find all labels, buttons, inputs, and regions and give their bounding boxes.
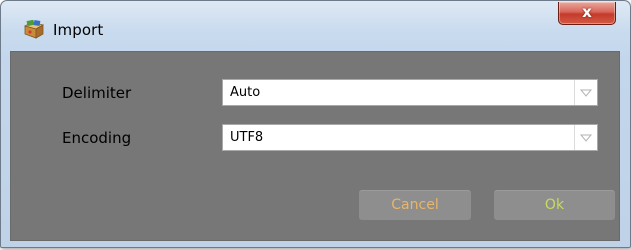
import-app-icon: [23, 20, 45, 39]
encoding-select[interactable]: UTF8: [222, 124, 598, 151]
encoding-dropdown-button[interactable]: [574, 125, 597, 150]
cancel-button[interactable]: Cancel: [359, 190, 471, 220]
close-icon: x: [582, 3, 592, 21]
encoding-value: UTF8: [230, 130, 264, 145]
ok-button[interactable]: Ok: [494, 190, 615, 220]
encoding-label: Encoding: [62, 129, 132, 147]
delimiter-value: Auto: [230, 85, 261, 100]
dialog-body: Delimiter Auto Encoding UTF8 Cancel Ok: [10, 51, 620, 241]
delimiter-label: Delimiter: [62, 84, 132, 102]
chevron-down-icon: [579, 134, 593, 142]
title-bar[interactable]: Import x: [1, 1, 630, 51]
window-title: Import: [53, 21, 104, 39]
chevron-down-icon: [579, 89, 593, 97]
import-dialog: Import x Delimiter Auto Encoding UTF8 Ca…: [0, 0, 631, 248]
delimiter-dropdown-button[interactable]: [574, 80, 597, 105]
delimiter-select[interactable]: Auto: [222, 79, 598, 106]
close-button[interactable]: x: [558, 2, 616, 25]
